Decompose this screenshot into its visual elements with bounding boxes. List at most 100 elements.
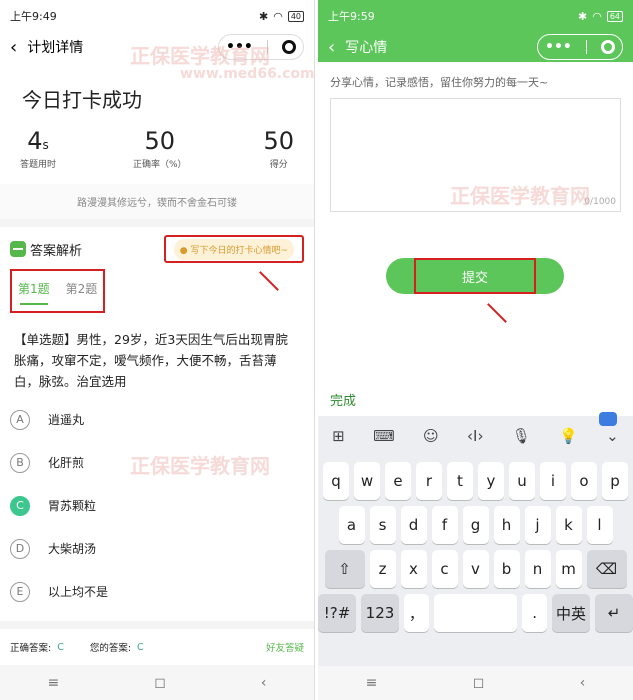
mic-icon[interactable]: 🎙 bbox=[512, 427, 531, 445]
idea-icon[interactable]: 💡 bbox=[559, 427, 578, 445]
key-g[interactable]: g bbox=[462, 506, 489, 544]
capsule-divider bbox=[266, 40, 268, 54]
emoji-icon[interactable]: ☺ bbox=[423, 427, 439, 445]
key-f[interactable]: f bbox=[431, 506, 458, 544]
stat-accuracy-value: 50 bbox=[144, 127, 175, 155]
wifi-icon: ◠ bbox=[592, 9, 602, 23]
question-text: 【单选题】男性，29岁，近3天因生气后出现胃脘胀痛，攻窜不定，嗳气频作，大便不畅… bbox=[0, 313, 314, 398]
key-o[interactable]: o bbox=[571, 462, 597, 500]
mood-hint: 分享心情，记录感悟，留住你努力的每一天~ bbox=[330, 76, 549, 89]
motto-text: 路漫漫其修远兮，锲而不舍金石可镂 bbox=[0, 184, 314, 219]
key-l[interactable]: l bbox=[586, 506, 613, 544]
back-icon[interactable]: ‹ bbox=[328, 37, 335, 58]
tab-question-2[interactable]: 第2题 bbox=[66, 280, 98, 303]
key-i[interactable]: i bbox=[540, 462, 566, 500]
option-a[interactable]: A 逍遥丸 bbox=[10, 398, 304, 441]
tab-question-1[interactable]: 第1题 bbox=[18, 280, 50, 305]
more-icon[interactable]: ••• bbox=[545, 39, 572, 55]
enter-key[interactable]: ↵ bbox=[595, 594, 633, 632]
assistant-icon[interactable] bbox=[599, 412, 617, 426]
language-key[interactable]: 中英 bbox=[552, 594, 590, 632]
char-counter: 0/1000 bbox=[584, 197, 616, 207]
key-x[interactable]: x bbox=[400, 550, 427, 588]
stat-score: 50 得分 bbox=[263, 127, 294, 170]
more-icon[interactable]: ••• bbox=[226, 39, 253, 55]
key-row-3: ⇧ z x c v b n m ⌫ bbox=[318, 550, 633, 588]
key-w[interactable]: w bbox=[354, 462, 380, 500]
menu-icon[interactable]: ≡ bbox=[48, 675, 60, 691]
status-icons: ✱ ◠ 64 bbox=[578, 10, 623, 23]
menu-icon[interactable]: ≡ bbox=[366, 675, 378, 691]
key-e[interactable]: e bbox=[385, 462, 411, 500]
back-system-icon[interactable]: ‹ bbox=[261, 675, 267, 691]
close-mini-program-icon[interactable] bbox=[600, 40, 615, 54]
submit-button[interactable]: 提交 bbox=[386, 258, 564, 294]
key-d[interactable]: d bbox=[400, 506, 427, 544]
space-key[interactable] bbox=[433, 594, 518, 632]
shift-key[interactable]: ⇧ bbox=[324, 550, 365, 588]
status-icons: ✱ ◠ 40 bbox=[259, 10, 304, 23]
key-v[interactable]: v bbox=[462, 550, 489, 588]
collapse-icon[interactable]: ⌄ bbox=[606, 427, 619, 445]
answer-summary: 正确答案: C 您的答案: C 好友答疑 bbox=[0, 629, 314, 665]
option-b[interactable]: B 化肝煎 bbox=[10, 441, 304, 484]
option-a-letter: A bbox=[10, 409, 30, 430]
status-time: 上午9:59 bbox=[328, 10, 375, 23]
option-b-letter: B bbox=[10, 452, 30, 473]
done-button[interactable]: 完成 bbox=[330, 390, 356, 409]
system-nav-bar: ≡ ◻ ‹ bbox=[318, 666, 633, 700]
success-headline: 今日打卡成功 bbox=[22, 88, 142, 112]
mood-textarea[interactable]: 0/1000 bbox=[330, 98, 621, 212]
mini-program-capsule: ••• bbox=[537, 34, 623, 60]
period-key[interactable]: . bbox=[522, 594, 547, 632]
home-icon[interactable]: ◻ bbox=[154, 675, 166, 691]
key-t[interactable]: t bbox=[447, 462, 473, 500]
battery-icon: 64 bbox=[606, 10, 623, 22]
key-k[interactable]: k bbox=[555, 506, 582, 544]
number-key[interactable]: 123 bbox=[361, 594, 399, 632]
key-p[interactable]: p bbox=[602, 462, 628, 500]
key-m[interactable]: m bbox=[555, 550, 582, 588]
backspace-key[interactable]: ⌫ bbox=[586, 550, 627, 588]
key-n[interactable]: n bbox=[524, 550, 551, 588]
nav-bar: ‹ 计划详情 ••• bbox=[0, 32, 314, 62]
write-mood-screen: 上午9:59 ✱ ◠ 64 ‹ 写心情 ••• 分享心情，记录感悟，留住你努力的… bbox=[318, 0, 633, 700]
key-c[interactable]: c bbox=[431, 550, 458, 588]
option-c-letter: C bbox=[10, 495, 30, 516]
close-mini-program-icon[interactable] bbox=[281, 40, 296, 54]
bluetooth-icon: ✱ bbox=[258, 9, 269, 23]
nav-bar: ‹ 写心情 ••• bbox=[318, 32, 633, 62]
key-j[interactable]: j bbox=[524, 506, 551, 544]
home-icon[interactable]: ◻ bbox=[473, 675, 485, 691]
system-nav-bar: ≡ ◻ ‹ bbox=[0, 666, 314, 700]
symbol-key[interactable]: !?# bbox=[318, 594, 356, 632]
grid-icon[interactable]: ⊞ bbox=[332, 427, 345, 445]
keyboard-icon[interactable]: ⌨ bbox=[373, 427, 395, 445]
ask-friend-button[interactable]: 好友答疑 bbox=[266, 640, 304, 654]
key-s[interactable]: s bbox=[369, 506, 396, 544]
back-icon[interactable]: ‹ bbox=[10, 37, 17, 58]
key-z[interactable]: z bbox=[369, 550, 396, 588]
key-row-2: a s d f g h j k l bbox=[318, 506, 633, 544]
option-c[interactable]: C 胃苏颗粒 bbox=[10, 484, 304, 527]
cursor-icon[interactable]: ‹I› bbox=[467, 427, 483, 445]
key-q[interactable]: q bbox=[323, 462, 349, 500]
write-mood-button[interactable]: ● 写下今日的打卡心情吧~ bbox=[173, 238, 294, 260]
comma-key[interactable]: ， bbox=[404, 594, 429, 632]
key-a[interactable]: a bbox=[338, 506, 365, 544]
back-system-icon[interactable]: ‹ bbox=[580, 675, 586, 691]
wifi-icon: ◠ bbox=[273, 9, 283, 23]
key-b[interactable]: b bbox=[493, 550, 520, 588]
status-bar: 上午9:59 ✱ ◠ 64 bbox=[318, 0, 633, 32]
submit-label: 提交 bbox=[414, 258, 536, 294]
screenshot-pair: 上午9:49 ✱ ◠ 40 ‹ 计划详情 ••• 今日打卡成功 4s 答题用时 … bbox=[0, 0, 633, 700]
key-u[interactable]: u bbox=[509, 462, 535, 500]
option-e[interactable]: E 以上均不是 bbox=[10, 570, 304, 613]
battery-icon: 40 bbox=[287, 10, 304, 22]
key-y[interactable]: y bbox=[478, 462, 504, 500]
key-h[interactable]: h bbox=[493, 506, 520, 544]
page-title: 写心情 bbox=[345, 40, 388, 56]
key-r[interactable]: r bbox=[416, 462, 442, 500]
option-d[interactable]: D 大柴胡汤 bbox=[10, 527, 304, 570]
option-a-text: 逍遥丸 bbox=[48, 413, 85, 427]
